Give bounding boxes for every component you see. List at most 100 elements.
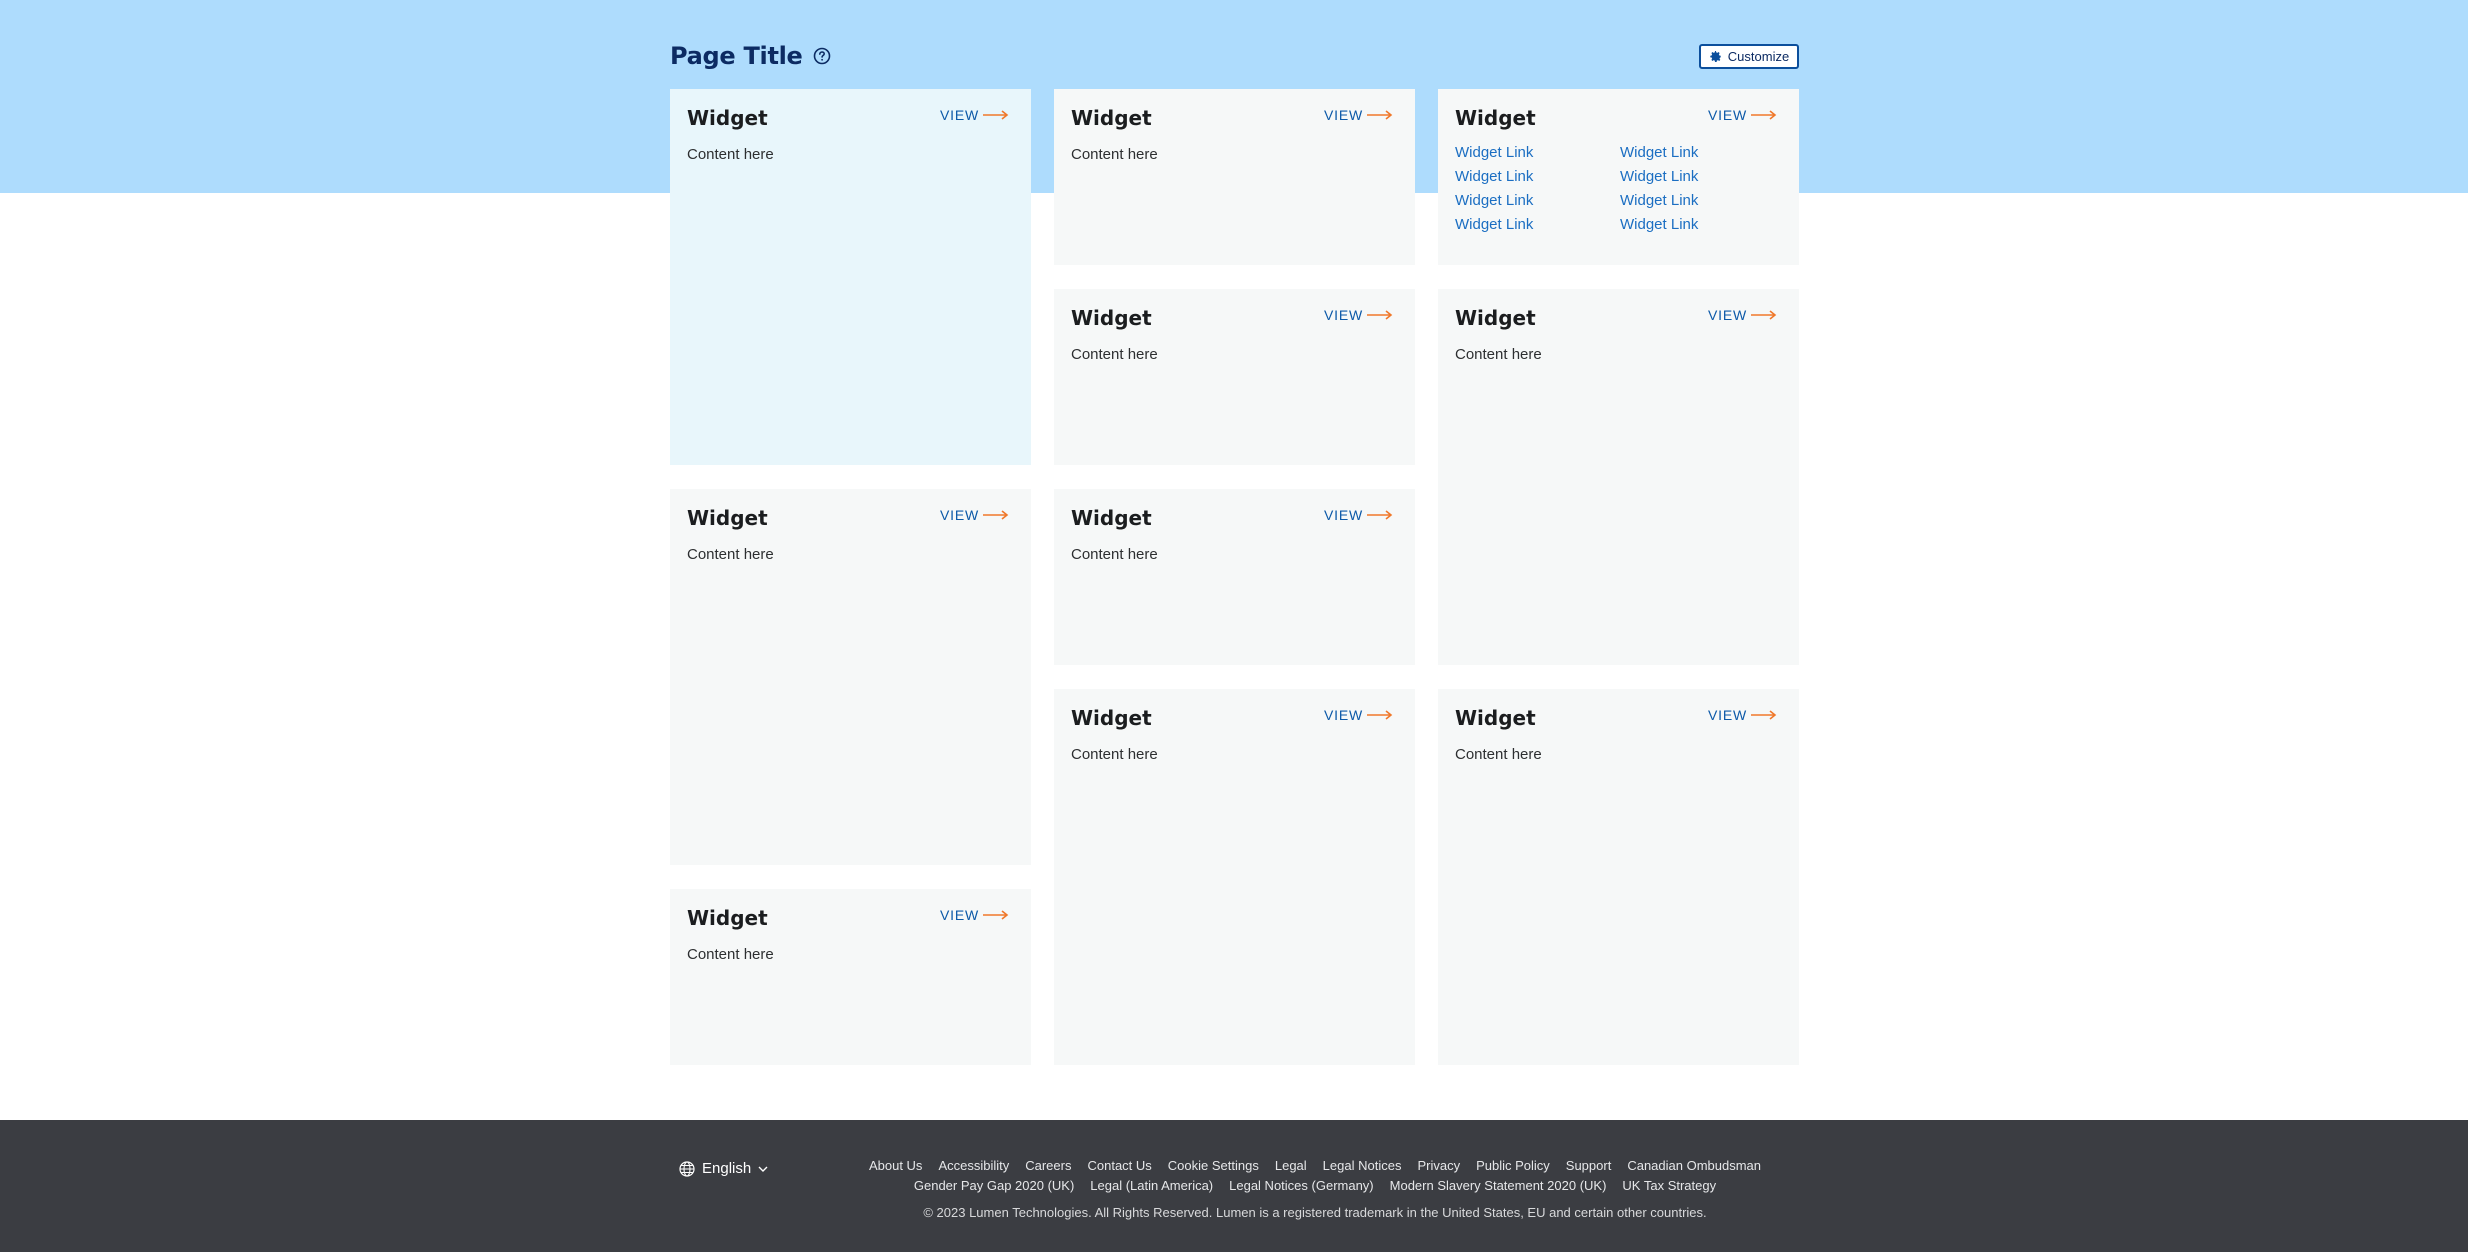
widget-card: Widget VIEW Content here <box>670 89 1031 465</box>
footer-links-row: Gender Pay Gap 2020 (UK) Legal (Latin Ame… <box>850 1176 1780 1196</box>
view-link[interactable]: VIEW <box>1324 107 1393 123</box>
widget-content: Content here <box>1071 546 1158 563</box>
view-link[interactable]: VIEW <box>1708 307 1777 323</box>
widget-title: Widget <box>687 906 768 930</box>
widget-content: Content here <box>687 946 774 963</box>
footer-link[interactable]: Careers <box>1025 1156 1071 1176</box>
copyright-text: © 2023 Lumen Technologies. All Rights Re… <box>923 1205 1707 1220</box>
widget-link[interactable]: Widget Link <box>1620 168 1785 186</box>
arrow-right-icon <box>1751 110 1777 120</box>
widget-link[interactable]: Widget Link <box>1620 144 1785 162</box>
footer-links: About Us Accessibility Careers Contact Us Co… <box>850 1156 1780 1196</box>
widget-card-links: Widget VIEW Widget Link Widget Link Widg… <box>1438 89 1799 265</box>
widget-content: Content here <box>1455 346 1542 363</box>
widget-link[interactable]: Widget Link <box>1455 144 1620 162</box>
view-link[interactable]: VIEW <box>1708 107 1777 123</box>
dashboard-container: Page Title Customize Widget VIEW Content… <box>670 0 1799 1120</box>
widget-title: Widget <box>1071 306 1152 330</box>
widget-content: Content here <box>1071 346 1158 363</box>
arrow-right-icon <box>1367 110 1393 120</box>
widget-title: Widget <box>1071 506 1152 530</box>
view-label: VIEW <box>940 107 979 123</box>
view-link[interactable]: VIEW <box>940 507 1009 523</box>
widget-card: Widget VIEW Content here <box>670 889 1031 1065</box>
footer-link[interactable]: Legal Notices (Germany) <box>1229 1176 1374 1196</box>
footer-link[interactable]: Contact Us <box>1087 1156 1151 1176</box>
arrow-right-icon <box>1367 510 1393 520</box>
view-label: VIEW <box>1324 107 1363 123</box>
globe-icon <box>679 1160 695 1177</box>
view-label: VIEW <box>1708 307 1747 323</box>
footer-link[interactable]: UK Tax Strategy <box>1622 1176 1716 1196</box>
widget-link[interactable]: Widget Link <box>1455 192 1620 210</box>
widget-title: Widget <box>1455 706 1536 730</box>
language-label: English <box>702 1160 752 1177</box>
view-link[interactable]: VIEW <box>1324 507 1393 523</box>
help-icon[interactable] <box>813 47 831 65</box>
widget-link[interactable]: Widget Link <box>1620 192 1785 210</box>
language-selector[interactable]: English <box>679 1160 768 1177</box>
customize-label: Customize <box>1727 49 1790 64</box>
widget-title: Widget <box>1071 106 1152 130</box>
widget-card: Widget VIEW Content here <box>670 489 1031 865</box>
view-link[interactable]: VIEW <box>1324 307 1393 323</box>
footer-link[interactable]: Public Policy <box>1476 1156 1550 1176</box>
arrow-right-icon <box>1367 310 1393 320</box>
widget-content: Content here <box>1455 746 1542 763</box>
arrow-right-icon <box>983 110 1009 120</box>
footer-link[interactable]: Cookie Settings <box>1168 1156 1259 1176</box>
footer-link[interactable]: Gender Pay Gap 2020 (UK) <box>914 1176 1074 1196</box>
view-link[interactable]: VIEW <box>940 107 1009 123</box>
widget-links-grid: Widget Link Widget Link Widget Link Widg… <box>1455 144 1785 234</box>
arrow-right-icon <box>983 510 1009 520</box>
view-label: VIEW <box>940 907 979 923</box>
page-title: Page Title <box>670 42 803 70</box>
view-label: VIEW <box>1708 707 1747 723</box>
footer-link[interactable]: Legal Notices <box>1323 1156 1402 1176</box>
footer-link[interactable]: About Us <box>869 1156 922 1176</box>
site-footer: English About Us Accessibility Careers Cont… <box>0 1120 2468 1252</box>
widget-title: Widget <box>1071 706 1152 730</box>
footer-link[interactable]: Modern Slavery Statement 2020 (UK) <box>1390 1176 1607 1196</box>
chevron-down-icon <box>758 1166 768 1172</box>
widget-card: Widget VIEW Content here <box>1054 289 1415 465</box>
widget-content: Content here <box>687 146 774 163</box>
widget-link[interactable]: Widget Link <box>1620 216 1785 234</box>
widget-link[interactable]: Widget Link <box>1455 216 1620 234</box>
widget-link[interactable]: Widget Link <box>1455 168 1620 186</box>
arrow-right-icon <box>1367 710 1393 720</box>
widget-card: Widget VIEW Content here <box>1438 289 1799 665</box>
footer-link[interactable]: Canadian Ombudsman <box>1627 1156 1761 1176</box>
page-title-area: Page Title <box>670 40 831 72</box>
widget-title: Widget <box>687 106 768 130</box>
arrow-right-icon <box>1751 710 1777 720</box>
footer-links-row: About Us Accessibility Careers Contact Us Co… <box>850 1156 1780 1176</box>
widget-card: Widget VIEW Content here <box>1054 489 1415 665</box>
view-label: VIEW <box>1324 507 1363 523</box>
view-label: VIEW <box>1324 707 1363 723</box>
footer-link[interactable]: Support <box>1566 1156 1612 1176</box>
footer-link[interactable]: Accessibility <box>938 1156 1009 1176</box>
widget-card: Widget VIEW Content here <box>1054 689 1415 1065</box>
widget-content: Content here <box>687 546 774 563</box>
view-link[interactable]: VIEW <box>1324 707 1393 723</box>
view-label: VIEW <box>1324 307 1363 323</box>
widget-content: Content here <box>1071 146 1158 163</box>
gear-icon <box>1710 51 1722 62</box>
view-link[interactable]: VIEW <box>1708 707 1777 723</box>
footer-link[interactable]: Legal (Latin America) <box>1090 1176 1213 1196</box>
widget-title: Widget <box>1455 106 1536 130</box>
view-link[interactable]: VIEW <box>940 907 1009 923</box>
widget-card: Widget VIEW Content here <box>1054 89 1415 265</box>
view-label: VIEW <box>940 507 979 523</box>
arrow-right-icon <box>983 910 1009 920</box>
footer-link[interactable]: Legal <box>1275 1156 1307 1176</box>
view-label: VIEW <box>1708 107 1747 123</box>
arrow-right-icon <box>1751 310 1777 320</box>
widget-title: Widget <box>1455 306 1536 330</box>
widget-title: Widget <box>687 506 768 530</box>
customize-button[interactable]: Customize <box>1699 44 1799 69</box>
widget-card: Widget VIEW Content here <box>1438 689 1799 1065</box>
widget-content: Content here <box>1071 746 1158 763</box>
footer-link[interactable]: Privacy <box>1417 1156 1460 1176</box>
